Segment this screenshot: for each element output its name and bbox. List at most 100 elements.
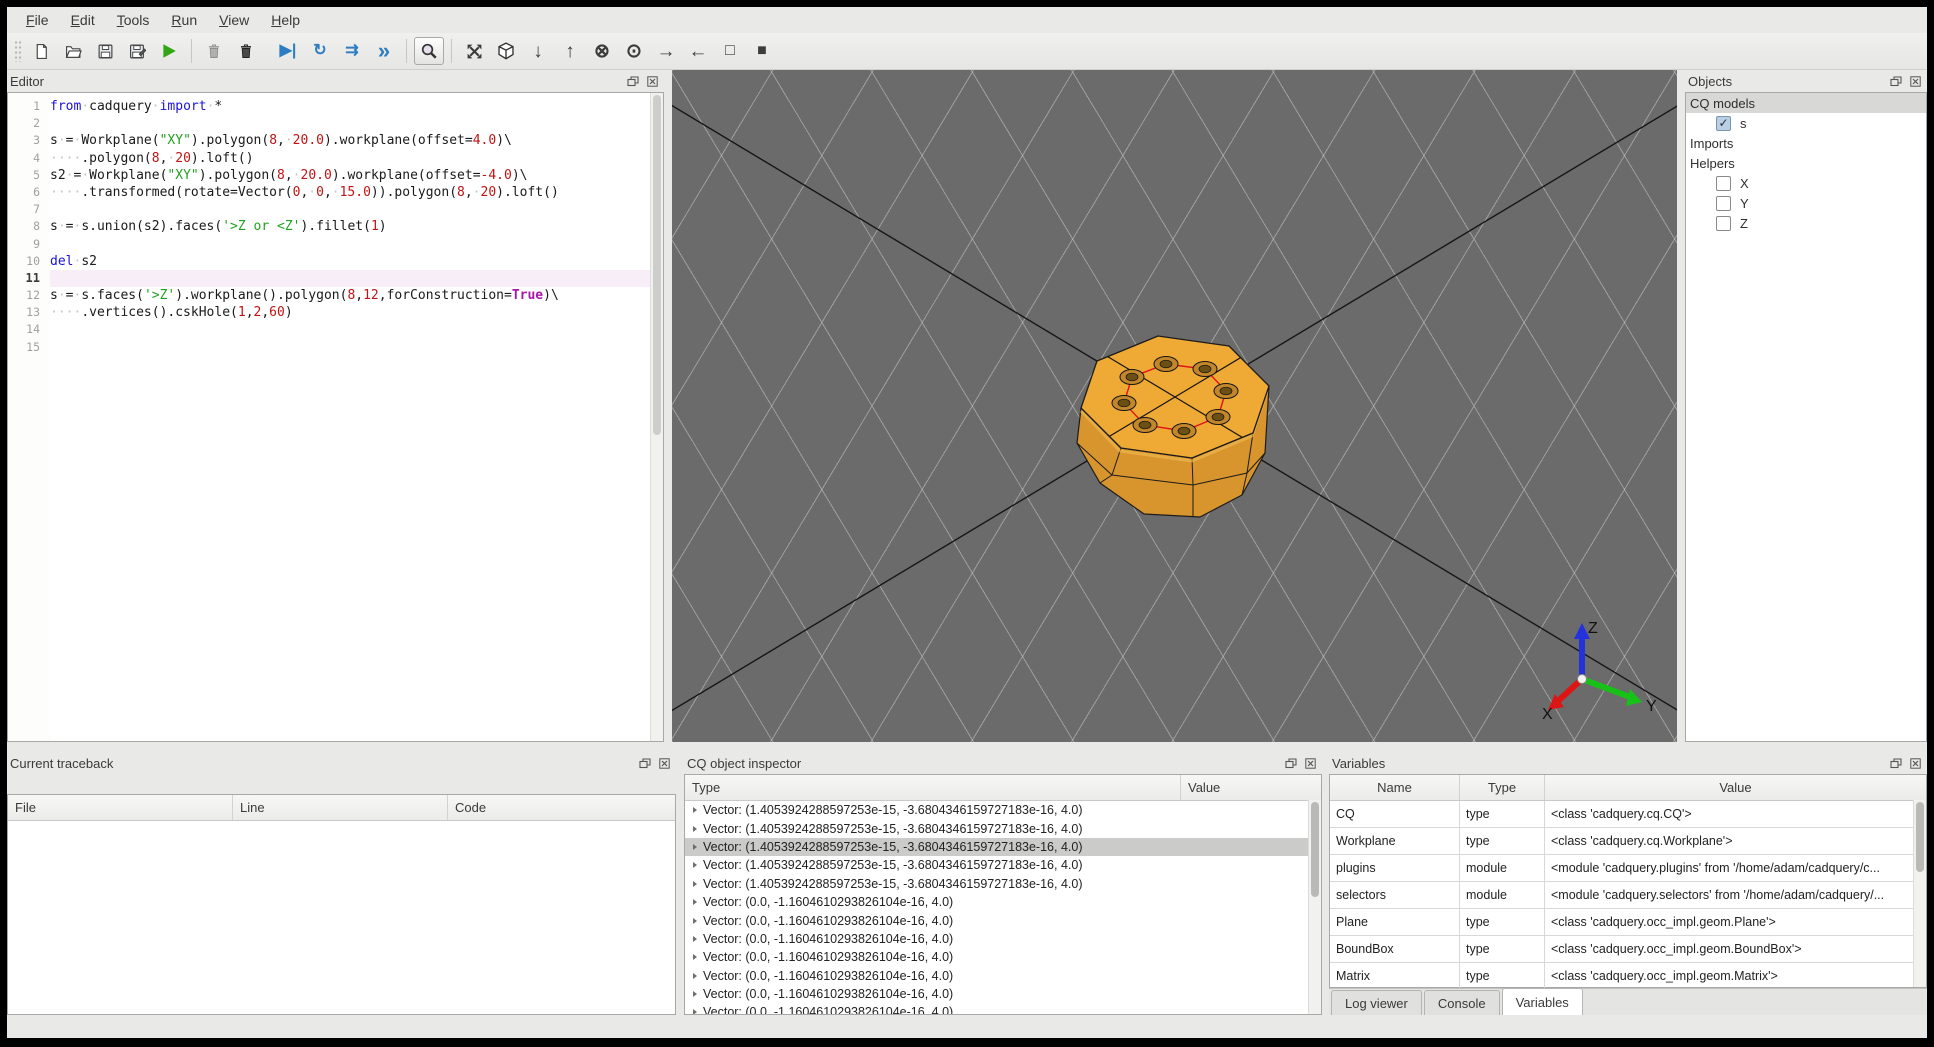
menu-tools[interactable]: Tools [106,9,161,31]
column-header-name[interactable]: Name [1330,775,1460,800]
code-line[interactable] [50,236,650,253]
delete-all-button[interactable] [231,37,261,65]
expand-triangle-icon[interactable] [693,880,697,887]
variable-row[interactable]: CQ type <class 'cadquery.cq.CQ'> [1330,801,1926,828]
expand-triangle-icon[interactable] [693,935,697,942]
expand-triangle-icon[interactable] [693,991,697,998]
new-file-button[interactable] [26,37,56,65]
float-panel-button[interactable] [624,74,641,89]
iso-view-button[interactable] [491,37,521,65]
inspector-row[interactable]: Vector: (0.0, -1.1604610293826104e-16, 4… [685,930,1321,948]
menu-edit[interactable]: Edit [60,9,106,31]
expand-triangle-icon[interactable] [693,825,697,832]
inspector-row[interactable]: Vector: (0.0, -1.1604610293826104e-16, 4… [685,911,1321,929]
open-file-button[interactable] [58,37,88,65]
inspector-row[interactable]: Vector: (1.4053924288597253e-15, -3.6804… [685,801,1321,819]
code-line[interactable]: del·s2 [50,253,650,270]
editor-body[interactable]: 1 2 3 4 5 6 7 8 9 10 11 12 13 14 15 from·cadquery·impo… [7,92,664,742]
tree-item-s[interactable]: ✓ s [1686,113,1926,133]
tab-log-viewer[interactable]: Log viewer [1331,990,1422,1015]
inspector-row[interactable]: Vector: (1.4053924288597253e-15, -3.6804… [685,875,1321,893]
top-view-button[interactable]: ↓ [523,37,553,65]
menu-help[interactable]: Help [260,9,311,31]
close-panel-button[interactable] [656,756,673,771]
variable-row[interactable]: Matrix type <class 'cadquery.occ_impl.geom… [1330,963,1926,990]
code-line[interactable] [50,339,650,356]
menu-run[interactable]: Run [160,9,208,31]
column-header-type[interactable]: Type [1460,775,1545,800]
debug-continue-button[interactable]: » [369,37,399,65]
column-header-type[interactable]: Type [685,775,1181,800]
variables-scrollbar-thumb[interactable] [1916,802,1924,872]
column-header-value[interactable]: Value [1545,775,1926,800]
checkbox-unchecked[interactable] [1716,215,1731,231]
code-line[interactable]: from·cadquery·import·* [50,98,650,115]
column-header-line[interactable]: Line [233,795,448,820]
3d-viewport[interactable]: Z X Y [672,70,1677,742]
inspector-row[interactable]: Vector: (0.0, -1.1604610293826104e-16, 4… [685,967,1321,985]
tree-item-z[interactable]: Z [1686,213,1926,233]
code-line-current[interactable] [50,269,650,288]
inspector-rows[interactable]: Vector: (1.4053924288597253e-15, -3.6804… [685,801,1321,1014]
objects-tree[interactable]: CQ models ✓ s Imports Helpers X Y Z [1685,92,1927,742]
close-panel-button[interactable] [644,74,661,89]
inspector-scrollbar[interactable] [1308,800,1321,1014]
inspector-row[interactable]: Vector: (0.0, -1.1604610293826104e-16, 4… [685,893,1321,911]
front-view-button[interactable]: ⊗ [587,37,617,65]
tree-item-helpers[interactable]: Helpers [1686,153,1926,173]
toggle-comment-button[interactable] [414,37,444,65]
editor-scrollbar-thumb[interactable] [653,95,661,435]
close-panel-button[interactable] [1907,74,1924,89]
column-header-code[interactable]: Code [448,795,675,820]
inspector-row[interactable]: Vector: (1.4053924288597253e-15, -3.6804… [685,819,1321,837]
inspector-row[interactable]: Vector: (0.0, -1.1604610293826104e-16, 4… [685,1003,1321,1014]
debug-run-button[interactable]: ▶| [273,37,303,65]
menu-view[interactable]: View [208,9,260,31]
tree-item-imports[interactable]: Imports [1686,133,1926,153]
code-line[interactable]: ····.polygon(8,·20).loft() [50,150,650,167]
variable-row[interactable]: plugins module <module 'cadquery.plugins' … [1330,855,1926,882]
expand-triangle-icon[interactable] [693,954,697,961]
code-line[interactable]: s2·=·Workplane("XY").polygon(8,·20.0).wo… [50,167,650,184]
fit-view-button[interactable] [459,37,489,65]
checkbox-unchecked[interactable] [1716,175,1731,191]
debug-restart-button[interactable]: ↻ [305,37,335,65]
float-panel-button[interactable] [1887,756,1904,771]
variable-row[interactable]: Workplane type <class 'cadquery.cq.Workpla… [1330,828,1926,855]
expand-triangle-icon[interactable] [693,972,697,979]
variable-row[interactable]: Plane type <class 'cadquery.occ_impl.geom.… [1330,909,1926,936]
inspector-row[interactable]: Vector: (1.4053924288597253e-15, -3.6804… [685,856,1321,874]
expand-triangle-icon[interactable] [693,917,697,924]
checkbox-checked[interactable]: ✓ [1716,115,1731,131]
save-as-button[interactable] [122,37,152,65]
tree-item-x[interactable]: X [1686,173,1926,193]
variables-scrollbar[interactable] [1913,800,1926,987]
float-panel-button[interactable] [1282,756,1299,771]
editor-scrollbar[interactable] [650,93,663,741]
float-panel-button[interactable] [636,756,653,771]
delete-button[interactable] [199,37,229,65]
expand-triangle-icon[interactable] [693,899,697,906]
code-line[interactable] [50,115,650,132]
code-line[interactable]: s·=·Workplane("XY").polygon(8,·20.0).wor… [50,132,650,149]
menu-file[interactable]: File [15,9,60,31]
column-header-value[interactable]: Value [1181,775,1321,800]
bottom-view-button[interactable]: ↑ [555,37,585,65]
inspector-scrollbar-thumb[interactable] [1311,802,1319,897]
code-line[interactable]: ····.vertices().cskHole(1,2,60) [50,304,650,321]
cad-model[interactable] [1072,325,1282,530]
render-button[interactable] [154,37,184,65]
save-button[interactable] [90,37,120,65]
variable-row[interactable]: BoundBox type <class 'cadquery.occ_impl.ge… [1330,936,1926,963]
code-line[interactable]: ····.transformed(rotate=Vector(0,·0,·15.… [50,184,650,201]
tab-variables[interactable]: Variables [1501,988,1583,1015]
shaded-button[interactable]: ■ [747,37,777,65]
float-panel-button[interactable] [1887,74,1904,89]
code-line[interactable]: s·=·s.faces('>Z').workplane().polygon(8,… [50,287,650,304]
variables-rows[interactable]: CQ type <class 'cadquery.cq.CQ'> Workplane t… [1330,801,1926,990]
expand-triangle-icon[interactable] [693,862,697,869]
inspector-row[interactable]: Vector: (1.4053924288597253e-15, -3.6804… [685,837,1321,857]
inspector-row[interactable]: Vector: (0.0, -1.1604610293826104e-16, 4… [685,985,1321,1003]
expand-triangle-icon[interactable] [693,1009,697,1014]
code-line[interactable] [50,321,650,338]
